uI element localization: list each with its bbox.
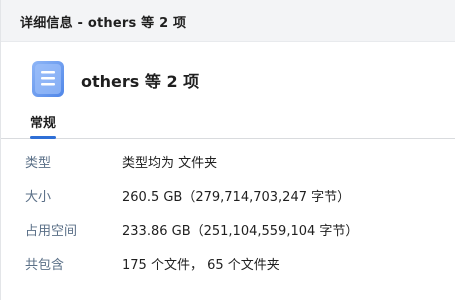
property-label: 共包含 [25,258,65,273]
details-content: others 等 2 项 常规 类型 类型均为 文件夹 大小 260.5 GB（… [1,42,455,300]
property-row-disk-usage: 占用空间 233.86 GB（251,104,559,104 字节） [1,220,455,240]
property-row-type: 类型 类型均为 文件夹 [1,152,455,172]
item-header: others 等 2 项 [1,42,455,112]
tab-general[interactable]: 常规 [30,112,56,139]
property-row-size: 大小 260.5 GB（279,714,703,247 字节） [1,186,455,206]
property-label: 类型 [25,156,52,171]
title-bar: 详细信息 - others 等 2 项 [1,0,455,42]
tab-selected-indicator [30,136,56,139]
item-title: others 等 2 项 [81,72,200,91]
property-label: 大小 [25,190,52,205]
property-row-contains: 共包含 175 个文件， 65 个文件夹 [1,254,455,274]
property-value: 175 个文件， 65 个文件夹 [122,258,280,273]
property-value: 类型均为 文件夹 [122,156,218,171]
property-value: 233.86 GB（251,104,559,104 字节） [122,224,359,239]
tab-bar: 常规 [1,112,455,139]
property-label: 占用空间 [25,224,78,239]
property-value: 260.5 GB（279,714,703,247 字节） [122,190,351,205]
details-window: 详细信息 - others 等 2 项 others 等 2 项 常规 类型 类… [0,0,455,300]
folder-document-icon [32,61,64,97]
window-title: 详细信息 - others 等 2 项 [20,16,187,31]
